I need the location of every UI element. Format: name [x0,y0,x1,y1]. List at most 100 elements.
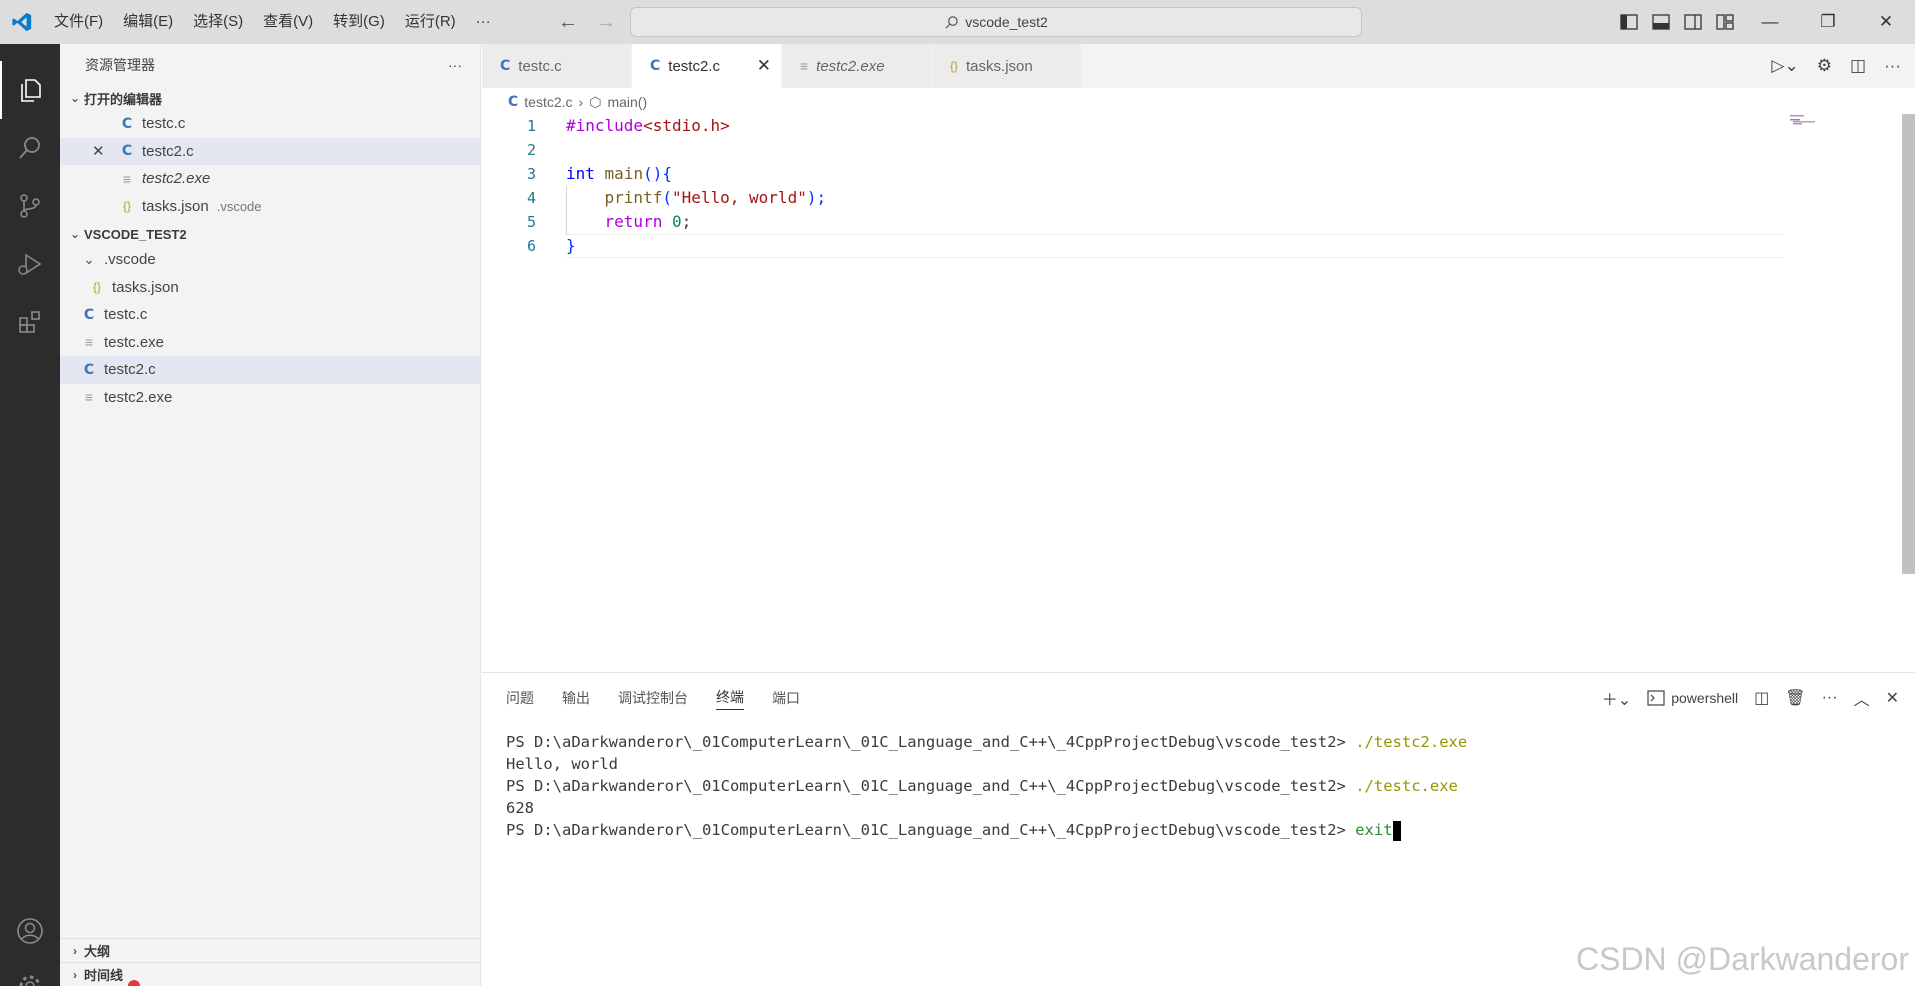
tab-tasks-json[interactable]: {} tasks.json [932,44,1082,88]
tab-ports[interactable]: 端口 [772,688,800,708]
header-name: <stdio.h> [643,116,730,135]
file-lines-icon: ≡ [122,170,132,187]
include-directive: #include [566,116,644,135]
tab-problems[interactable]: 问题 [506,688,534,708]
toggle-secondary-sidebar-icon[interactable] [1684,14,1702,30]
open-editor-item-active[interactable]: ✕ C testc2.c [60,137,480,165]
file-name: testc.exe [104,333,165,351]
terminal-command: ./testc.exe [1355,777,1458,795]
toggle-panel-icon[interactable] [1652,14,1670,30]
trash-icon[interactable]: 🗑 [1785,688,1805,708]
minimize-icon[interactable]: — [1741,0,1799,44]
run-icon[interactable]: ▷⌄ [1771,56,1798,76]
punctuation: (){ [643,164,672,183]
minimap[interactable] [1790,114,1820,130]
menu-run[interactable]: 运行(R) [395,0,466,44]
command-center-search[interactable]: vscode_test2 [630,7,1362,37]
folder-item[interactable]: ⌄ .vscode [60,246,480,274]
menu-view[interactable]: 查看(V) [253,0,323,44]
run-and-debug-icon[interactable] [0,235,60,293]
tab-label: testc2.exe [816,57,885,75]
more-actions-icon[interactable]: ··· [448,57,462,73]
notification-badge [128,980,140,986]
more-actions-icon[interactable]: ··· [1884,56,1901,76]
tab-testc-c[interactable]: C testc.c [482,44,632,88]
extensions-icon[interactable] [0,293,60,351]
search-view-icon[interactable] [0,119,60,177]
new-terminal-icon[interactable]: ＋⌄ [1602,686,1631,710]
panel-tabs: 问题 输出 调试控制台 终端 端口 [506,673,800,723]
gear-icon[interactable]: ⚙ [1817,56,1832,76]
explorer-title: 资源管理器 [85,57,155,73]
source-control-icon[interactable] [0,177,60,235]
terminal-cursor [1392,820,1401,841]
chevron-right-icon: › [73,967,77,982]
breadcrumb-symbol[interactable]: main() [607,94,647,110]
file-lines-icon: ≡ [84,334,94,351]
code-editor[interactable]: #include<stdio.h> int main(){ printf("He… [566,114,826,258]
watermark: CSDN @Darkwanderor [1575,941,1909,977]
timeline-section[interactable]: › 时间线 [60,962,481,986]
nav-arrows: ← → [558,0,616,44]
restore-icon[interactable]: ❐ [1799,0,1857,44]
outline-section[interactable]: › 大纲 [60,938,481,962]
maximize-panel-icon[interactable]: ︿ [1854,686,1870,710]
split-editor-icon[interactable]: ◫ [1850,56,1866,76]
open-editor-item[interactable]: {} tasks.json .vscode [60,193,480,221]
line-number: 1 [526,117,536,135]
open-editor-item[interactable]: C testc.c [60,110,480,138]
more-actions-icon[interactable]: ··· [1822,689,1838,707]
workspace-header[interactable]: ⌄ VSCODE_TEST2 [60,222,480,246]
c-file-icon: C [508,94,519,110]
menu-edit[interactable]: 编辑(E) [113,0,183,44]
tab-debug-console[interactable]: 调试控制台 [618,688,688,708]
folder-name: .vscode [104,251,156,269]
vscode-logo-icon [0,0,44,44]
back-arrow-icon[interactable]: ← [558,11,578,34]
file-name: testc.c [104,306,148,324]
terminal-icon [1647,690,1665,706]
explorer-icon[interactable] [0,61,60,119]
breadcrumb-file[interactable]: testc2.c [524,94,572,110]
tab-terminal[interactable]: 终端 [716,687,744,710]
menu-more[interactable]: ··· [466,0,501,44]
c-file-icon: C [83,361,95,378]
tab-testc2-c[interactable]: C testc2.c ✕ [632,44,782,88]
terminal-output[interactable]: PS D:\aDarkwanderor\_01ComputerLearn\_01… [506,731,1467,841]
close-icon[interactable]: ✕ [92,142,118,160]
punctuation: } [566,236,576,255]
customize-layout-icon[interactable] [1716,14,1734,30]
manage-gear-icon[interactable] [0,957,60,986]
terminal-shell-selector[interactable]: powershell [1647,690,1738,706]
explorer-sidebar: 资源管理器 ··· ⌄ 打开的编辑器 C testc.c ✕ C testc2.… [60,44,481,986]
symbol-method-icon: ⬡ [589,93,602,110]
file-item[interactable]: ≡ testc.exe [60,329,480,357]
menu-file[interactable]: 文件(F) [44,0,113,44]
file-item[interactable]: ≡ testc2.exe [60,384,480,412]
file-item[interactable]: {} tasks.json [60,274,480,302]
type-keyword: int [566,164,595,183]
file-item-selected[interactable]: C testc2.c [60,356,480,384]
close-panel-icon[interactable]: ✕ [1886,688,1899,708]
split-terminal-icon[interactable]: ◫ [1754,688,1769,708]
menu-go[interactable]: 转到(G) [323,0,395,44]
tab-output[interactable]: 输出 [562,688,590,708]
open-editor-item[interactable]: ≡ testc2.exe [60,165,480,193]
activity-bar [0,44,60,986]
file-item[interactable]: C testc.c [60,301,480,329]
close-icon[interactable]: ✕ [757,56,771,76]
menu-selection[interactable]: 选择(S) [183,0,253,44]
explorer-header: 资源管理器 ··· [60,44,480,86]
editor-scrollbar[interactable] [1902,114,1915,574]
open-editors-header[interactable]: ⌄ 打开的编辑器 [60,86,480,110]
c-file-icon: C [121,143,133,160]
tab-testc2-exe[interactable]: ≡ testc2.exe [782,44,932,88]
file-name: testc2.c [104,361,156,379]
code-line: printf("Hello, world"); [566,186,827,210]
function-call: printf [604,188,663,207]
accounts-icon[interactable] [0,902,60,960]
toggle-primary-sidebar-icon[interactable] [1620,14,1638,30]
close-window-icon[interactable]: ✕ [1857,0,1915,44]
string-literal: "Hello, world" [671,188,807,207]
forward-arrow-icon[interactable]: → [596,11,616,34]
